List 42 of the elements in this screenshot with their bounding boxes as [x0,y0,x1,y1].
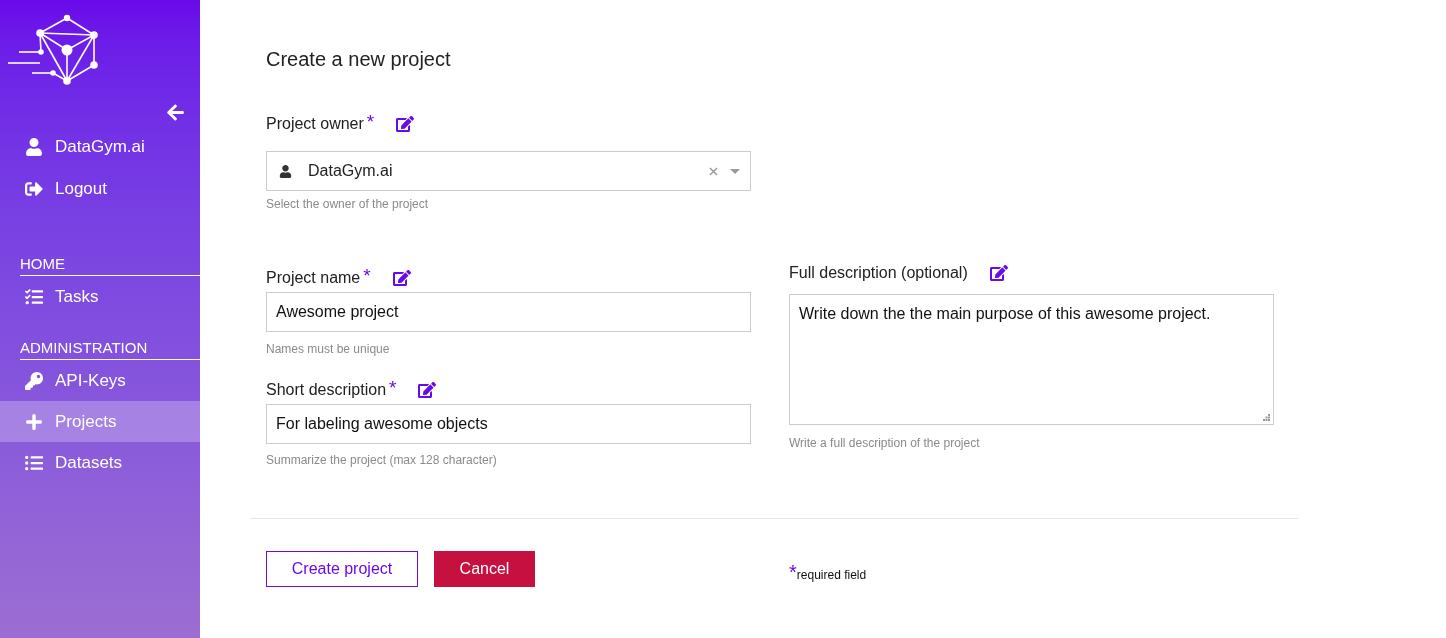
user-icon [279,164,292,178]
clear-icon[interactable] [709,166,718,176]
caret-down-icon[interactable] [730,168,740,174]
section-heading: ADMINISTRATION [20,338,200,360]
required-asterisk: * [389,378,397,398]
edit-icon[interactable] [392,269,411,287]
sidebar-item[interactable]: Logout [0,168,200,210]
owner-select[interactable]: DataGym.ai [266,151,751,191]
edit-icon[interactable] [396,115,415,133]
required-asterisk: * [366,112,375,132]
sidebar-item[interactable]: API-Keys [0,360,200,401]
page-title: Create a new project [266,47,452,72]
back-arrow-icon[interactable] [166,103,185,122]
field-hint: Summarize the project (max 128 character) [266,453,497,467]
section-heading: HOME [20,254,200,276]
user-icon [25,138,43,156]
field-hint: Select the owner of the project [266,197,429,211]
create-button[interactable]: Create project [266,551,418,587]
sidebar-item[interactable]: Tasks [0,276,200,318]
cancel-button[interactable]: Cancel [434,551,535,587]
key-icon [25,371,43,390]
logout-icon [25,180,43,198]
text-field[interactable]: For labeling awesome objects [266,404,751,444]
resize-grip-icon[interactable] [1263,414,1270,421]
required-asterisk: * [363,266,371,286]
required-asterisk: * [789,562,797,582]
required-note: required field [796,568,867,584]
field-label: Project name [266,268,361,288]
edit-icon[interactable] [989,264,1008,282]
list-icon [25,453,43,472]
field-label: Project owner [266,114,364,134]
checklist-icon [25,288,43,306]
sidebar-item[interactable]: Datasets [0,442,200,483]
field-label: Short description [266,380,387,400]
sidebar-item[interactable]: DataGym.ai [0,126,200,168]
edit-icon[interactable] [418,381,437,399]
field-label: Full description (optional) [789,263,968,283]
plus-icon [25,412,43,431]
field-hint: Names must be unique [266,342,390,356]
text-area[interactable]: Write down the the main purpose of this awesome project. [789,294,1274,425]
text-field[interactable]: Awesome project [266,292,751,332]
field-hint: Write a full description of the project [789,436,980,450]
